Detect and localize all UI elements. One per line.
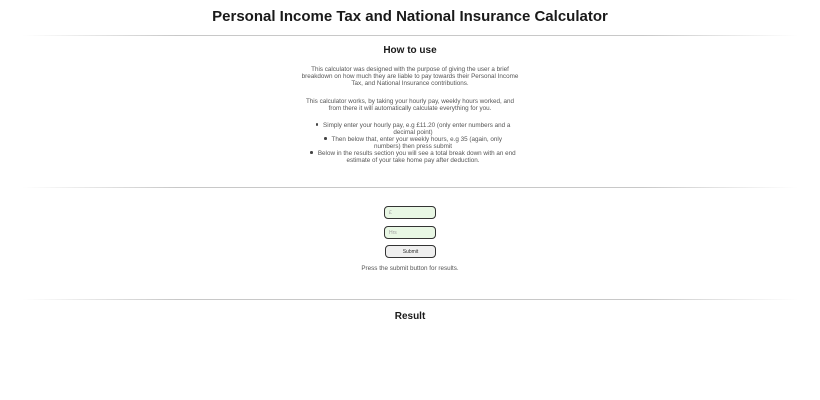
submit-hint: Press the submit button for results. bbox=[361, 265, 459, 272]
bullet-icon bbox=[324, 137, 327, 140]
how-it-works-paragraph: This calculator works, by taking your ho… bbox=[305, 98, 515, 112]
result-heading: Result bbox=[394, 311, 426, 322]
divider-top bbox=[22, 35, 798, 36]
instruction-text: Then below that, enter your weekly hours… bbox=[331, 136, 502, 150]
bullet-icon bbox=[310, 151, 313, 154]
divider-bottom bbox=[22, 299, 798, 300]
page-title: Personal Income Tax and National Insuran… bbox=[212, 8, 608, 25]
weekly-hours-input[interactable] bbox=[384, 226, 436, 239]
list-item: Simply enter your hourly pay, e.g £11.20… bbox=[300, 122, 522, 136]
intro-paragraph: This calculator was designed with the pu… bbox=[301, 66, 519, 87]
list-item: Below in the results section you will se… bbox=[300, 150, 522, 164]
hourly-pay-input[interactable] bbox=[384, 206, 436, 219]
instruction-list: Simply enter your hourly pay, e.g £11.20… bbox=[300, 122, 522, 164]
bullet-icon bbox=[315, 123, 319, 126]
instruction-text: Below in the results section you will se… bbox=[317, 150, 516, 164]
list-item: Then below that, enter your weekly hours… bbox=[300, 136, 522, 150]
calculator-page: Personal Income Tax and National Insuran… bbox=[0, 0, 820, 400]
how-to-use-heading: How to use bbox=[383, 45, 437, 56]
divider-middle bbox=[22, 187, 798, 188]
instruction-text: Simply enter your hourly pay, e.g £11.20… bbox=[323, 122, 511, 136]
submit-button[interactable]: Submit bbox=[385, 245, 436, 258]
